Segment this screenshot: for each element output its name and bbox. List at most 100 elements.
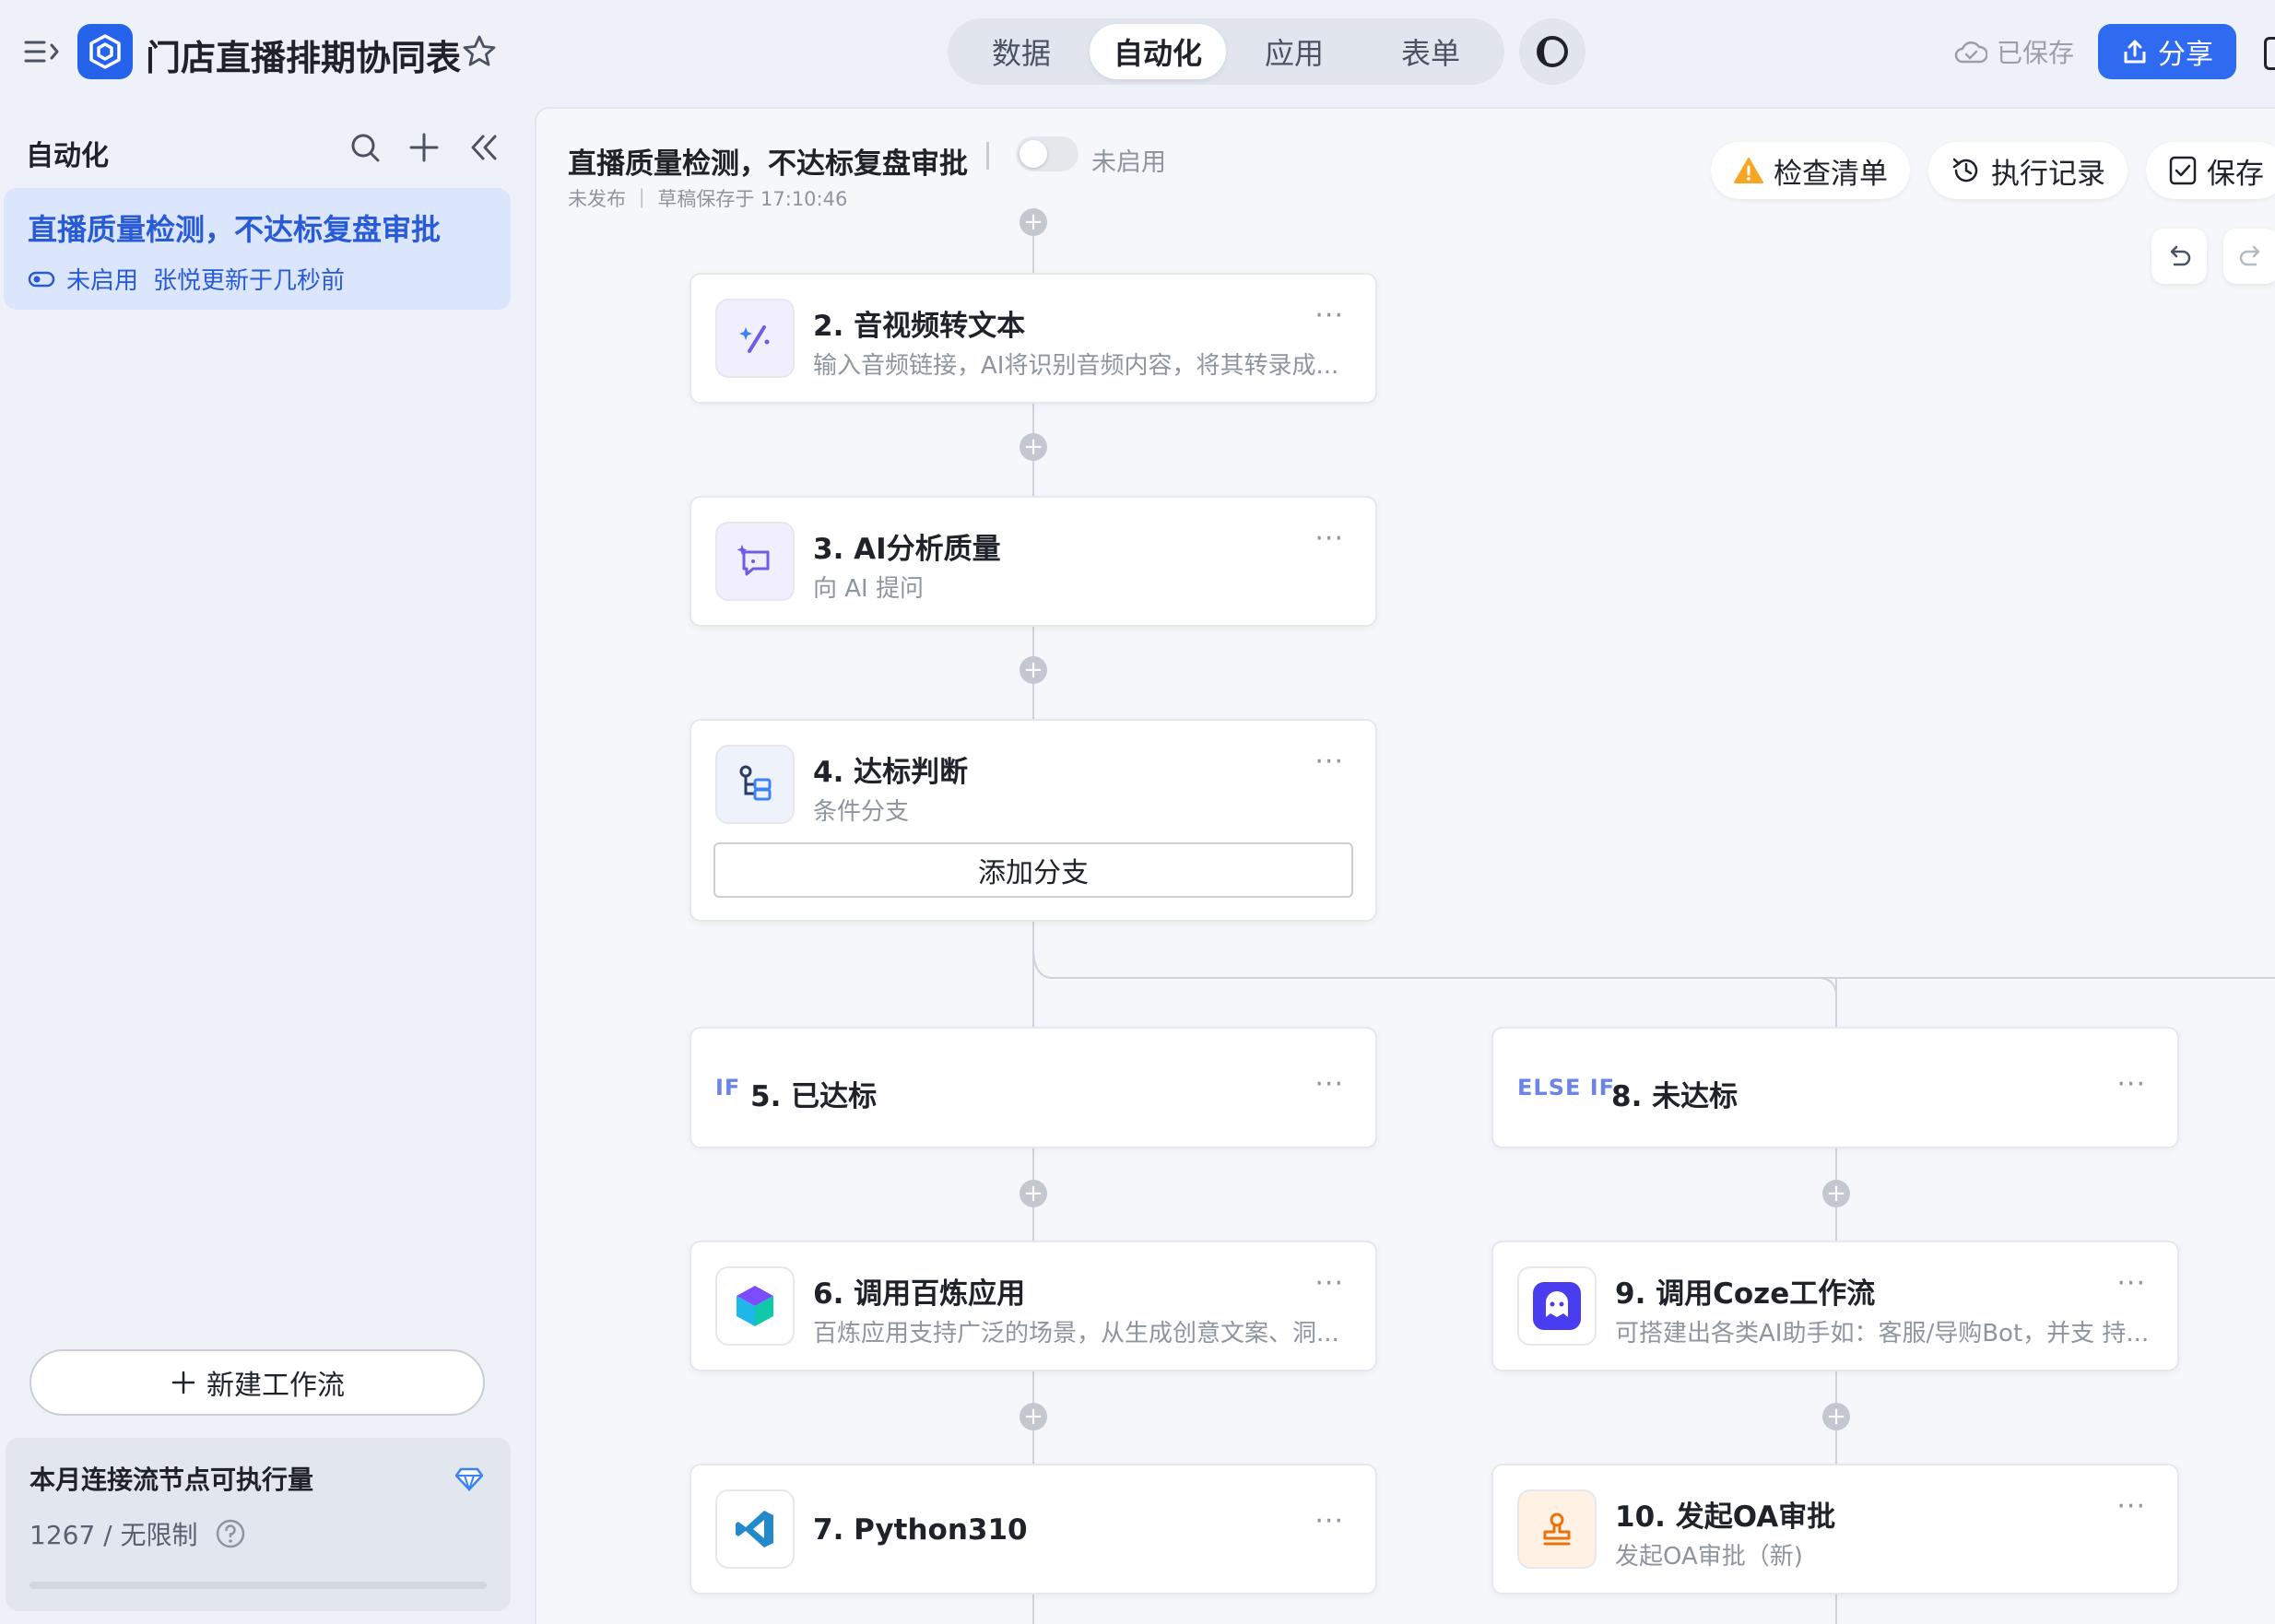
- workflow-node[interactable]: 6. 调用百炼应用 百炼应用支持广泛的场景，从生成创意文案、洞... ···: [690, 1241, 1377, 1371]
- node-title: 3. AI分析质量: [813, 533, 1001, 566]
- save-label: 保存: [2207, 157, 2264, 191]
- node-title: 2. 音视频转文本: [813, 310, 1026, 343]
- connector-line: [1051, 977, 2275, 979]
- add-step-button[interactable]: +: [1020, 433, 1047, 461]
- canvas-header: 直播质量检测，不达标复盘审批 未启用 未发布 ｜ 草稿保存于 17:10:46: [536, 109, 1458, 229]
- quota-value: 1267 / 无限制: [29, 1520, 198, 1550]
- help-icon[interactable]: [215, 1518, 246, 1549]
- magic-wand-icon: [715, 299, 795, 378]
- checklist-label: 检查清单: [1774, 157, 1888, 191]
- node-title: 6. 调用百炼应用: [813, 1277, 1026, 1311]
- sidebar-tools: [347, 129, 501, 166]
- app-title[interactable]: 门店直播排期协同表: [146, 29, 461, 80]
- tab-apps[interactable]: 应用: [1226, 24, 1362, 79]
- vscode-logo-icon: [715, 1489, 795, 1569]
- workflow-name[interactable]: 直播质量检测，不达标复盘审批: [568, 140, 968, 182]
- node-title: 8. 未达标: [1611, 1080, 1739, 1113]
- node-title: 5. 已达标: [750, 1080, 878, 1113]
- share-button[interactable]: 分享: [2098, 24, 2236, 79]
- history-icon: [1952, 158, 1978, 182]
- node-title: 10. 发起OA审批: [1615, 1500, 1836, 1534]
- workflow-updated: 张悦更新于几秒前: [153, 267, 346, 295]
- condition-node[interactable]: ELSE IF 8. 未达标 ···: [1491, 1027, 2179, 1148]
- saved-status: 已保存: [1954, 33, 2074, 70]
- tab-automation[interactable]: 自动化: [1090, 24, 1226, 79]
- node-title: 4. 达标判断: [813, 756, 969, 789]
- add-step-button[interactable]: +: [1020, 1403, 1047, 1430]
- new-workflow-button[interactable]: 新建工作流: [29, 1349, 485, 1416]
- more-options-icon[interactable]: ···: [1314, 525, 1344, 553]
- node-description: 条件分支: [813, 798, 910, 826]
- add-step-button[interactable]: +: [1020, 656, 1047, 684]
- more-options-icon[interactable]: ···: [1314, 1071, 1344, 1099]
- add-icon[interactable]: [406, 129, 442, 166]
- workflow-canvas[interactable]: + + + + + + + 直播质量检测，不达标复盘审批 未启用 未发布 ｜ 草…: [535, 107, 2275, 1624]
- notification-icon[interactable]: [2264, 37, 2275, 70]
- stamp-icon: [1517, 1489, 1597, 1569]
- toggle-knob: [1020, 140, 1047, 168]
- more-options-icon[interactable]: ···: [1314, 748, 1344, 776]
- more-options-icon[interactable]: ···: [1314, 1270, 1344, 1298]
- saved-label: 已保存: [1997, 38, 2075, 68]
- node-title: 9. 调用Coze工作流: [1615, 1277, 1876, 1311]
- top-bar: 门店直播排期协同表 数据 自动化 应用 表单 已保存 分享: [0, 0, 2275, 103]
- save-button[interactable]: 保存: [2146, 142, 2275, 199]
- connector-curve: [1818, 977, 1837, 997]
- mode-tabs: 数据 自动化 应用 表单: [948, 18, 1504, 85]
- workflow-meta: 未启用 张悦更新于几秒前: [28, 262, 487, 296]
- sidebar-header: 自动化: [26, 140, 109, 172]
- workflow-node[interactable]: 4. 达标判断 条件分支 ··· 添加分支: [690, 719, 1377, 922]
- workflow-status: 未启用: [66, 267, 139, 295]
- workflow-list-item[interactable]: 直播质量检测，不达标复盘审批 未启用 张悦更新于几秒前: [4, 188, 511, 310]
- node-description: 向 AI 提问: [813, 575, 924, 603]
- theme-toggle-button[interactable]: [1519, 18, 1585, 85]
- checklist-button[interactable]: 检查清单: [1711, 142, 1910, 199]
- toggle-label: 未启用: [1091, 148, 1166, 177]
- plus-icon: [171, 1371, 195, 1395]
- more-options-icon[interactable]: ···: [1314, 1508, 1344, 1536]
- condition-node[interactable]: IF 5. 已达标 ···: [690, 1027, 1377, 1148]
- more-options-icon[interactable]: ···: [2116, 1493, 2146, 1521]
- node-title: 7. Python310: [813, 1513, 1028, 1547]
- connector-curve: [1032, 947, 1054, 979]
- workflow-node[interactable]: 3. AI分析质量 向 AI 提问 ···: [690, 496, 1377, 627]
- quota-value-row: 1267 / 无限制: [29, 1515, 487, 1552]
- workflow-node[interactable]: 10. 发起OA审批 发起OA审批（新) ···: [1491, 1464, 2179, 1595]
- share-label: 分享: [2158, 39, 2213, 71]
- condition-tag: IF: [715, 1075, 741, 1100]
- share-icon: [2124, 40, 2146, 64]
- add-step-button[interactable]: +: [1020, 1180, 1047, 1207]
- add-step-button[interactable]: +: [1822, 1403, 1850, 1430]
- workflow-node[interactable]: 7. Python310 ···: [690, 1464, 1377, 1595]
- add-branch-button[interactable]: 添加分支: [713, 842, 1353, 898]
- star-icon[interactable]: [461, 33, 498, 70]
- tab-forms[interactable]: 表单: [1362, 24, 1499, 79]
- ai-chat-icon: [715, 522, 795, 601]
- toggle-off-icon: [28, 271, 55, 287]
- history-button[interactable]: 执行记录: [1928, 142, 2128, 199]
- branch-icon: [715, 745, 795, 824]
- node-description: 发起OA审批（新): [1615, 1543, 1803, 1571]
- app-logo-icon: [77, 24, 133, 79]
- more-options-icon[interactable]: ···: [2116, 1270, 2146, 1298]
- node-description: 可搭建出各类AI助手如：客服/导购Bot，并支 持...: [1615, 1320, 2150, 1347]
- more-options-icon[interactable]: ···: [1314, 302, 1344, 330]
- history-label: 执行记录: [1991, 157, 2105, 191]
- new-workflow-label: 新建工作流: [206, 1370, 345, 1402]
- add-step-button[interactable]: +: [1822, 1180, 1850, 1207]
- enable-toggle[interactable]: [1016, 136, 1079, 171]
- tab-data[interactable]: 数据: [953, 24, 1090, 79]
- undo-button[interactable]: [2151, 229, 2207, 284]
- workflow-node[interactable]: 9. 调用Coze工作流 可搭建出各类AI助手如：客服/导购Bot，并支 持..…: [1491, 1241, 2179, 1371]
- more-options-icon[interactable]: ···: [2116, 1071, 2146, 1099]
- redo-button[interactable]: [2223, 229, 2275, 284]
- collapse-sidebar-icon[interactable]: [465, 129, 501, 166]
- search-icon[interactable]: [347, 129, 383, 166]
- bailian-logo-icon: [715, 1266, 795, 1346]
- workflow-node[interactable]: 2. 音视频转文本 输入音频链接，AI将识别音频内容，将其转录成... ···: [690, 273, 1377, 404]
- sidebar-toggle-icon[interactable]: [24, 35, 61, 68]
- coze-logo-icon: [1517, 1266, 1597, 1346]
- condition-tag: ELSE IF: [1517, 1075, 1616, 1100]
- cloud-check-icon: [1954, 41, 1987, 64]
- quota-progress-bar: [29, 1582, 487, 1589]
